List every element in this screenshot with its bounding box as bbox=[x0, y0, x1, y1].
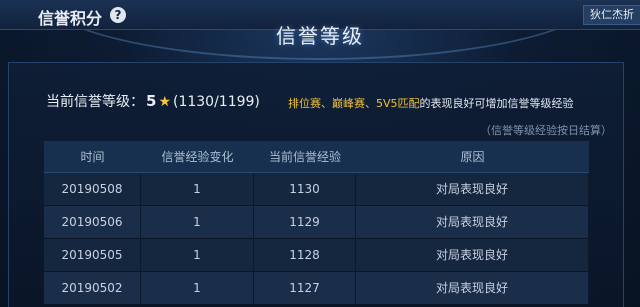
cell-current: 1130 bbox=[254, 173, 356, 206]
column-header-time: 时间 bbox=[80, 150, 105, 164]
cell-change: 1 bbox=[141, 239, 254, 272]
level-value: 5 bbox=[146, 92, 157, 110]
tip-highlight: 排位赛、巅峰赛、5V5匹配 bbox=[288, 97, 420, 110]
current-level: 当前信誉等级： 5 ★ (1130/1199) bbox=[46, 91, 260, 111]
credit-history-table: 时间 信誉经验变化 当前信誉经验 原因 20190508 1 1130 对局表现… bbox=[44, 141, 589, 305]
cell-reason: 对局表现良好 bbox=[356, 272, 589, 305]
tip-text: 的表现良好可增加信誉等级经验 bbox=[419, 97, 574, 110]
table-row: 20190505 1 1128 对局表现良好 bbox=[44, 239, 589, 272]
level-progress: (1130/1199) bbox=[173, 94, 260, 110]
column-header-change: 信誉经验变化 bbox=[161, 150, 234, 164]
table-body: 20190508 1 1130 对局表现良好 20190506 1 1129 对… bbox=[44, 173, 589, 305]
cell-reason: 对局表现良好 bbox=[356, 173, 589, 206]
cell-change: 1 bbox=[141, 272, 254, 305]
table-header: 时间 信誉经验变化 当前信誉经验 原因 bbox=[44, 141, 589, 173]
cell-current: 1128 bbox=[254, 239, 356, 272]
table-row: 20190508 1 1130 对局表现良好 bbox=[44, 173, 589, 206]
cell-time: 20190508 bbox=[44, 173, 141, 206]
page-title: 信誉等级 bbox=[276, 24, 364, 48]
cell-reason: 对局表现良好 bbox=[356, 239, 589, 272]
level-tip: 排位赛、巅峰赛、5V5匹配的表现良好可增加信誉等级经验 bbox=[288, 95, 574, 111]
cell-change: 1 bbox=[141, 206, 254, 239]
cell-time: 20190506 bbox=[44, 206, 141, 239]
cell-current: 1127 bbox=[254, 272, 356, 305]
settlement-note: （信誉等级经验按日结算） bbox=[480, 124, 612, 137]
cell-current: 1129 bbox=[254, 206, 356, 239]
star-icon: ★ bbox=[158, 94, 171, 110]
column-header-reason: 原因 bbox=[460, 150, 485, 164]
cell-time: 20190502 bbox=[44, 272, 141, 305]
column-header-current: 当前信誉经验 bbox=[268, 150, 341, 164]
cell-reason: 对局表现良好 bbox=[356, 206, 589, 239]
table-row: 20190506 1 1129 对局表现良好 bbox=[44, 206, 589, 239]
table-row: 20190502 1 1127 对局表现良好 bbox=[44, 272, 589, 305]
level-label: 当前信誉等级： bbox=[46, 94, 144, 110]
cell-time: 20190505 bbox=[44, 239, 141, 272]
cell-change: 1 bbox=[141, 173, 254, 206]
